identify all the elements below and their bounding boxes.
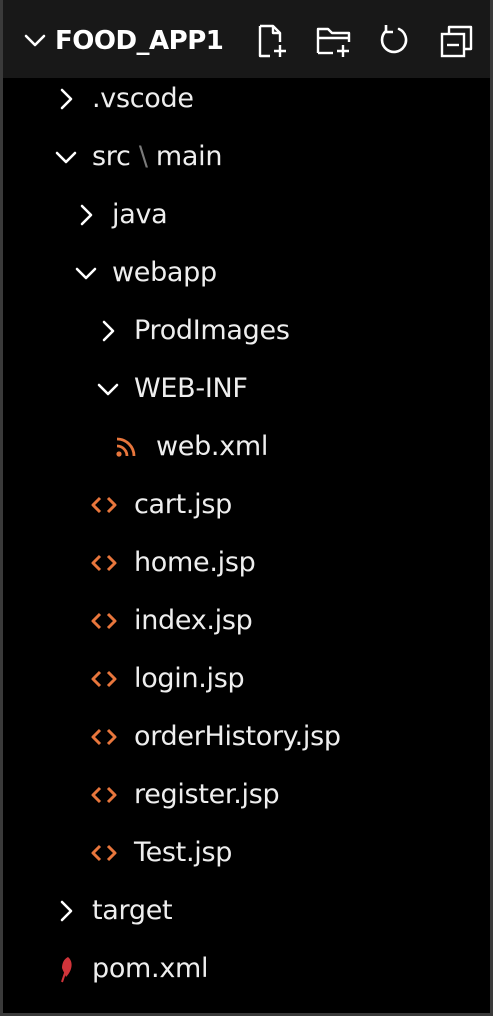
chevron-down-icon [72, 259, 100, 287]
tree-item-label: web.xml [156, 431, 269, 462]
code-file-icon [90, 607, 118, 635]
tree-item-test-jsp[interactable]: Test.jsp [0, 824, 493, 882]
tree-item-java[interactable]: java [0, 186, 493, 244]
code-file-icon [90, 723, 118, 751]
tree-item-label: pom.xml [92, 953, 209, 984]
tree-item-webinf[interactable]: WEB-INF [0, 360, 493, 418]
chevron-down-icon [94, 375, 122, 403]
maven-feather-icon [52, 955, 80, 983]
rss-xml-icon [112, 433, 140, 461]
tree-item-label: home.jsp [134, 547, 256, 578]
code-file-icon [90, 839, 118, 867]
explorer-header[interactable]: FOOD_APP1 [0, 0, 493, 78]
new-file-icon[interactable] [251, 20, 293, 62]
chevron-right-icon [52, 85, 80, 113]
path-segment-main: main [155, 141, 223, 172]
tree-item-cart-jsp[interactable]: cart.jsp [0, 476, 493, 534]
tree-item-pom-xml[interactable]: pom.xml [0, 940, 493, 998]
chevron-right-icon [72, 201, 100, 229]
refresh-icon[interactable] [373, 20, 415, 62]
code-file-icon [90, 665, 118, 693]
tree-item-label: register.jsp [134, 779, 280, 810]
new-folder-icon[interactable] [313, 20, 355, 62]
tree-item-index-jsp[interactable]: index.jsp [0, 592, 493, 650]
tree-item-orderhistory-jsp[interactable]: orderHistory.jsp [0, 708, 493, 766]
tree-item-label: java [112, 199, 168, 230]
collapse-all-icon[interactable] [435, 20, 477, 62]
tree-item-target[interactable]: target [0, 882, 493, 940]
tree-item-vscode[interactable]: .vscode [0, 70, 493, 128]
tree-item-webapp[interactable]: webapp [0, 244, 493, 302]
chevron-right-icon [52, 897, 80, 925]
tree-item-label: .vscode [92, 83, 194, 114]
tree-item-label: WEB-INF [134, 373, 248, 404]
tree-item-label: cart.jsp [134, 489, 232, 520]
tree-item-label: src \ main [92, 138, 222, 176]
path-separator: \ [138, 141, 148, 172]
chevron-right-icon [94, 317, 122, 345]
chevron-down-icon [52, 143, 80, 171]
tree-item-label: login.jsp [134, 663, 245, 694]
tree-item-login-jsp[interactable]: login.jsp [0, 650, 493, 708]
tree-item-label: index.jsp [134, 605, 253, 636]
tree-item-label: webapp [112, 257, 217, 288]
tree-item-register-jsp[interactable]: register.jsp [0, 766, 493, 824]
tree-item-web-xml[interactable]: web.xml [0, 418, 493, 476]
tree-item-label: target [92, 895, 173, 926]
code-file-icon [90, 781, 118, 809]
chevron-down-icon[interactable] [21, 26, 49, 54]
tree-item-label: ProdImages [134, 315, 290, 346]
path-segment-src: src [92, 141, 131, 172]
tree-item-prodimages[interactable]: ProdImages [0, 302, 493, 360]
code-file-icon [90, 549, 118, 577]
code-file-icon [90, 491, 118, 519]
tree-item-home-jsp[interactable]: home.jsp [0, 534, 493, 592]
tree-item-src-main[interactable]: src \ main [0, 128, 493, 186]
tree-item-label: Test.jsp [134, 837, 233, 868]
tree-item-label: orderHistory.jsp [134, 721, 341, 752]
workspace-title[interactable]: FOOD_APP1 [55, 22, 224, 60]
